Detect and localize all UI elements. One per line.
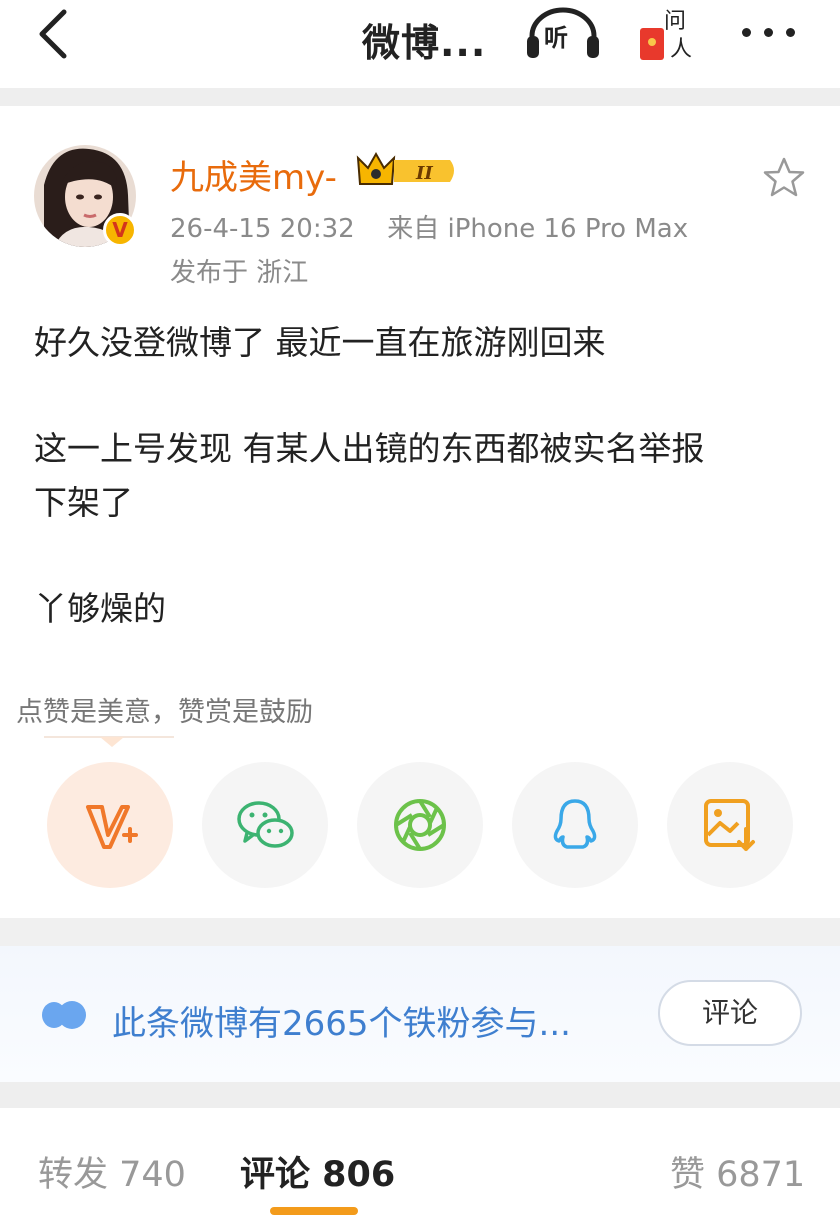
more-button[interactable]	[738, 12, 804, 52]
more-dot-icon	[786, 28, 795, 37]
post-body: 好久没登微博了 最近一直在旅游刚回来 这一上号发现 有某人出镜的东西都被实名举报…	[34, 316, 814, 636]
divider	[0, 88, 840, 106]
listen-label: 听	[544, 24, 568, 52]
fan-banner-text[interactable]: 此条微博有2665个铁粉参与...	[112, 996, 571, 1045]
share-wechat-button[interactable]	[202, 762, 328, 888]
share-moments-button[interactable]	[357, 762, 483, 888]
top-bar: 微博... 听 问 人	[0, 0, 840, 88]
red-envelope-icon: 问 人	[640, 9, 692, 62]
tip-caret-icon	[100, 737, 124, 747]
tab-active-indicator	[270, 1207, 358, 1215]
qq-penguin-icon	[553, 799, 597, 849]
divider	[0, 1082, 840, 1108]
tab-repost[interactable]: 转发 740	[38, 1146, 186, 1197]
comment-button[interactable]: 评论	[658, 980, 802, 1046]
tab-likes[interactable]: 赞 6871	[670, 1146, 805, 1197]
post-meta: 26-4-15 20:32 来自 iPhone 16 Pro Max	[170, 208, 688, 245]
post-source: 来自 iPhone 16 Pro Max	[387, 214, 689, 244]
svg-text:人: 人	[670, 37, 692, 62]
ask-person-button[interactable]: 问 人	[634, 2, 704, 64]
username[interactable]: 九成美my-	[170, 150, 337, 199]
post-text-line: 这一上号发现 有某人出镜的东西都被实名举报	[34, 429, 705, 468]
post-text-line: 好久没登微博了 最近一直在旅游刚回来	[34, 323, 606, 362]
member-crown-badge-icon: II	[356, 151, 454, 185]
svg-text:问: 问	[664, 9, 686, 34]
back-button[interactable]	[30, 6, 80, 62]
fan-icon	[42, 1001, 86, 1029]
page-title: 微博...	[362, 21, 487, 65]
moments-aperture-icon	[394, 799, 446, 851]
more-dot-icon	[764, 28, 773, 37]
verified-badge-icon: V	[103, 213, 137, 247]
level-badge-text: II	[415, 163, 433, 184]
listen-button[interactable]: 听	[524, 6, 602, 62]
post-text-line: 丫够燥的	[34, 589, 166, 628]
tab-comments[interactable]: 评论 806	[240, 1146, 395, 1197]
post-location: 发布于 浙江	[170, 258, 309, 288]
save-image-button[interactable]	[667, 762, 793, 888]
share-qq-button[interactable]	[512, 762, 638, 888]
post-text-line: 下架了	[34, 483, 133, 522]
save-image-icon	[704, 799, 755, 851]
favorite-star-icon[interactable]	[762, 156, 806, 200]
wechat-icon	[237, 801, 294, 848]
vplus-icon	[86, 805, 138, 849]
post-timestamp: 26-4-15 20:32	[170, 214, 355, 244]
reward-tip: 点赞是美意，赞赏是鼓励	[16, 697, 313, 728]
divider	[0, 918, 840, 946]
more-dot-icon	[742, 28, 751, 37]
reward-vplus-button[interactable]	[47, 762, 173, 888]
chevron-left-icon	[39, 9, 67, 59]
